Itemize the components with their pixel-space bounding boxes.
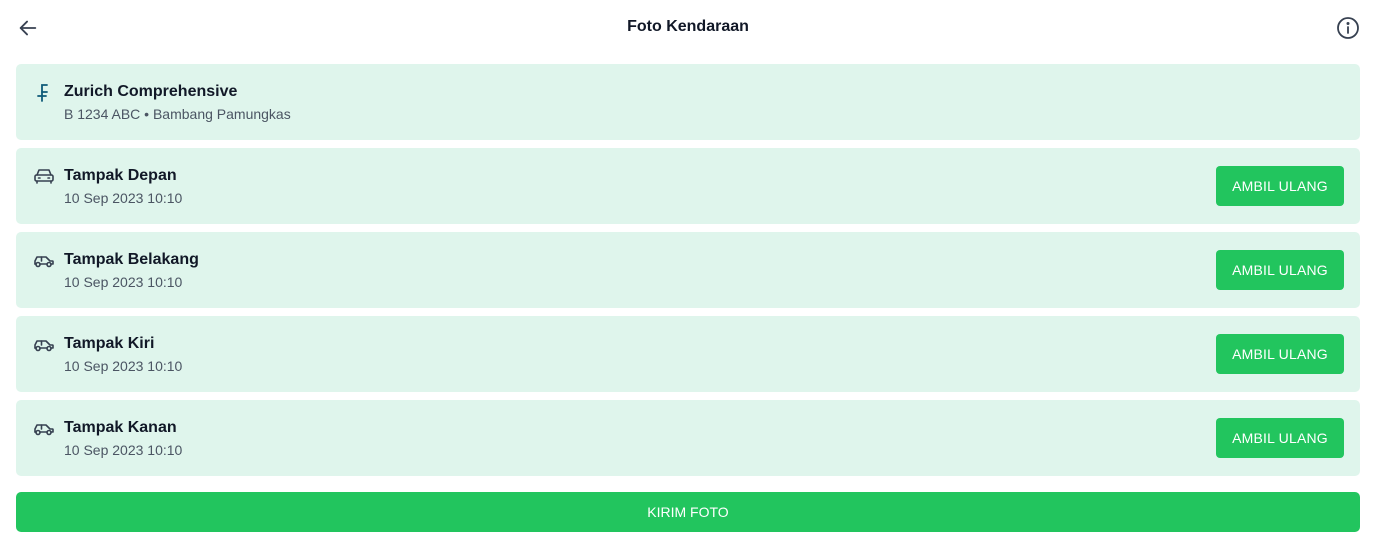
photo-row-right: Tampak Kanan 10 Sep 2023 10:10 AMBIL ULA… (16, 400, 1360, 476)
app-header: Foto Kendaraan (0, 0, 1376, 56)
franc-currency-icon (37, 84, 48, 102)
photo-icon-wrap (32, 248, 56, 272)
photo-title: Tampak Depan (64, 167, 177, 184)
page-title: Foto Kendaraan (627, 18, 749, 35)
photo-timestamp: 10 Sep 2023 10:10 (64, 358, 183, 374)
photo-row-back: Tampak Belakang 10 Sep 2023 10:10 AMBIL … (16, 232, 1360, 308)
car-front-icon (34, 169, 54, 184)
photo-row-left: Tampak Kiri 10 Sep 2023 10:10 AMBIL ULAN… (16, 316, 1360, 392)
photo-icon-wrap (32, 332, 56, 356)
retake-left-button[interactable]: AMBIL ULANG (1216, 334, 1344, 374)
policy-title: Zurich Comprehensive (64, 83, 238, 100)
policy-subtitle: B 1234 ABC • Bambang Pamungkas (64, 106, 291, 122)
car-side-icon (34, 256, 54, 268)
photo-title: Tampak Kanan (64, 419, 177, 436)
photo-icon-wrap (32, 416, 56, 440)
photo-row-front: Tampak Depan 10 Sep 2023 10:10 AMBIL ULA… (16, 148, 1360, 224)
photo-timestamp: 10 Sep 2023 10:10 (64, 442, 183, 458)
photo-title: Tampak Belakang (64, 251, 199, 268)
photo-icon-wrap (32, 164, 56, 188)
photo-timestamp: 10 Sep 2023 10:10 (64, 190, 183, 206)
retake-right-button[interactable]: AMBIL ULANG (1216, 418, 1344, 458)
car-side-icon (34, 340, 54, 352)
policy-icon-wrap (32, 80, 56, 104)
retake-back-button[interactable]: AMBIL ULANG (1216, 250, 1344, 290)
retake-front-button[interactable]: AMBIL ULANG (1216, 166, 1344, 206)
info-circle-icon (1337, 17, 1359, 39)
policy-card: Zurich Comprehensive B 1234 ABC • Bamban… (16, 64, 1360, 140)
photo-timestamp: 10 Sep 2023 10:10 (64, 274, 183, 290)
photo-title: Tampak Kiri (64, 335, 155, 352)
info-button[interactable] (1334, 14, 1362, 42)
car-side-icon (34, 424, 54, 436)
submit-photos-button[interactable]: KIRIM FOTO (16, 492, 1360, 532)
